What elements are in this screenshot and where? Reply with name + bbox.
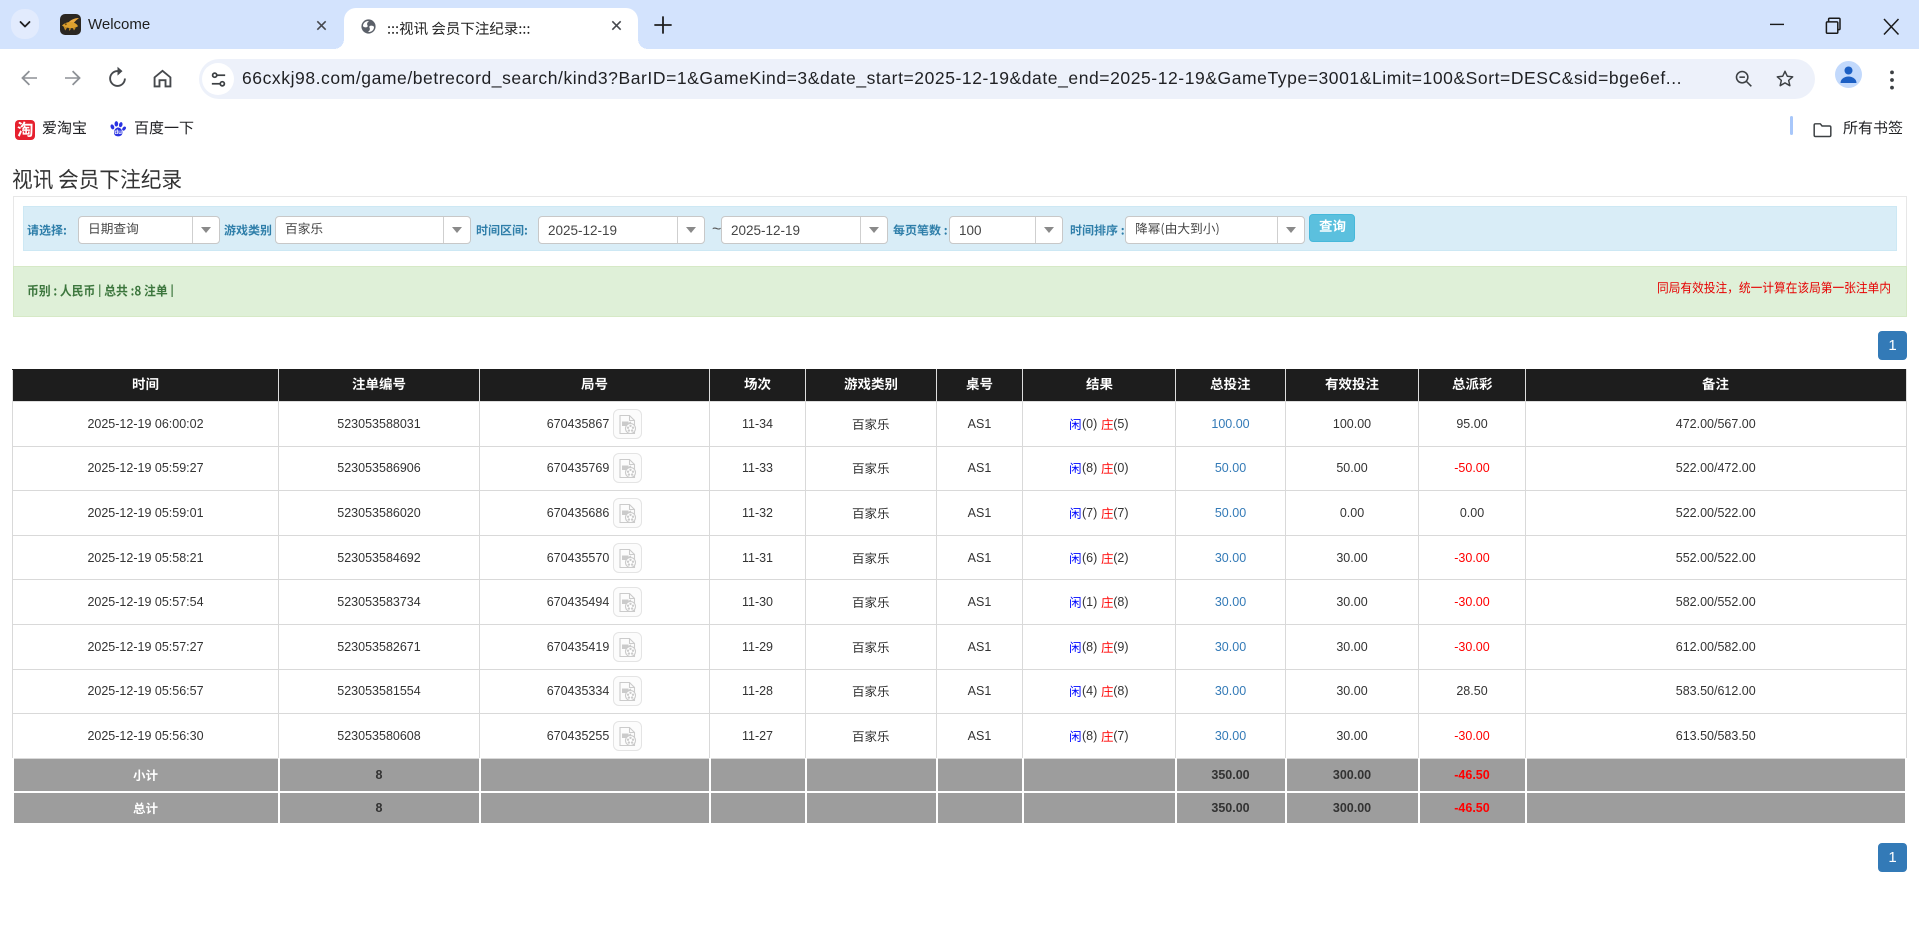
svg-text:du: du [114, 129, 122, 136]
